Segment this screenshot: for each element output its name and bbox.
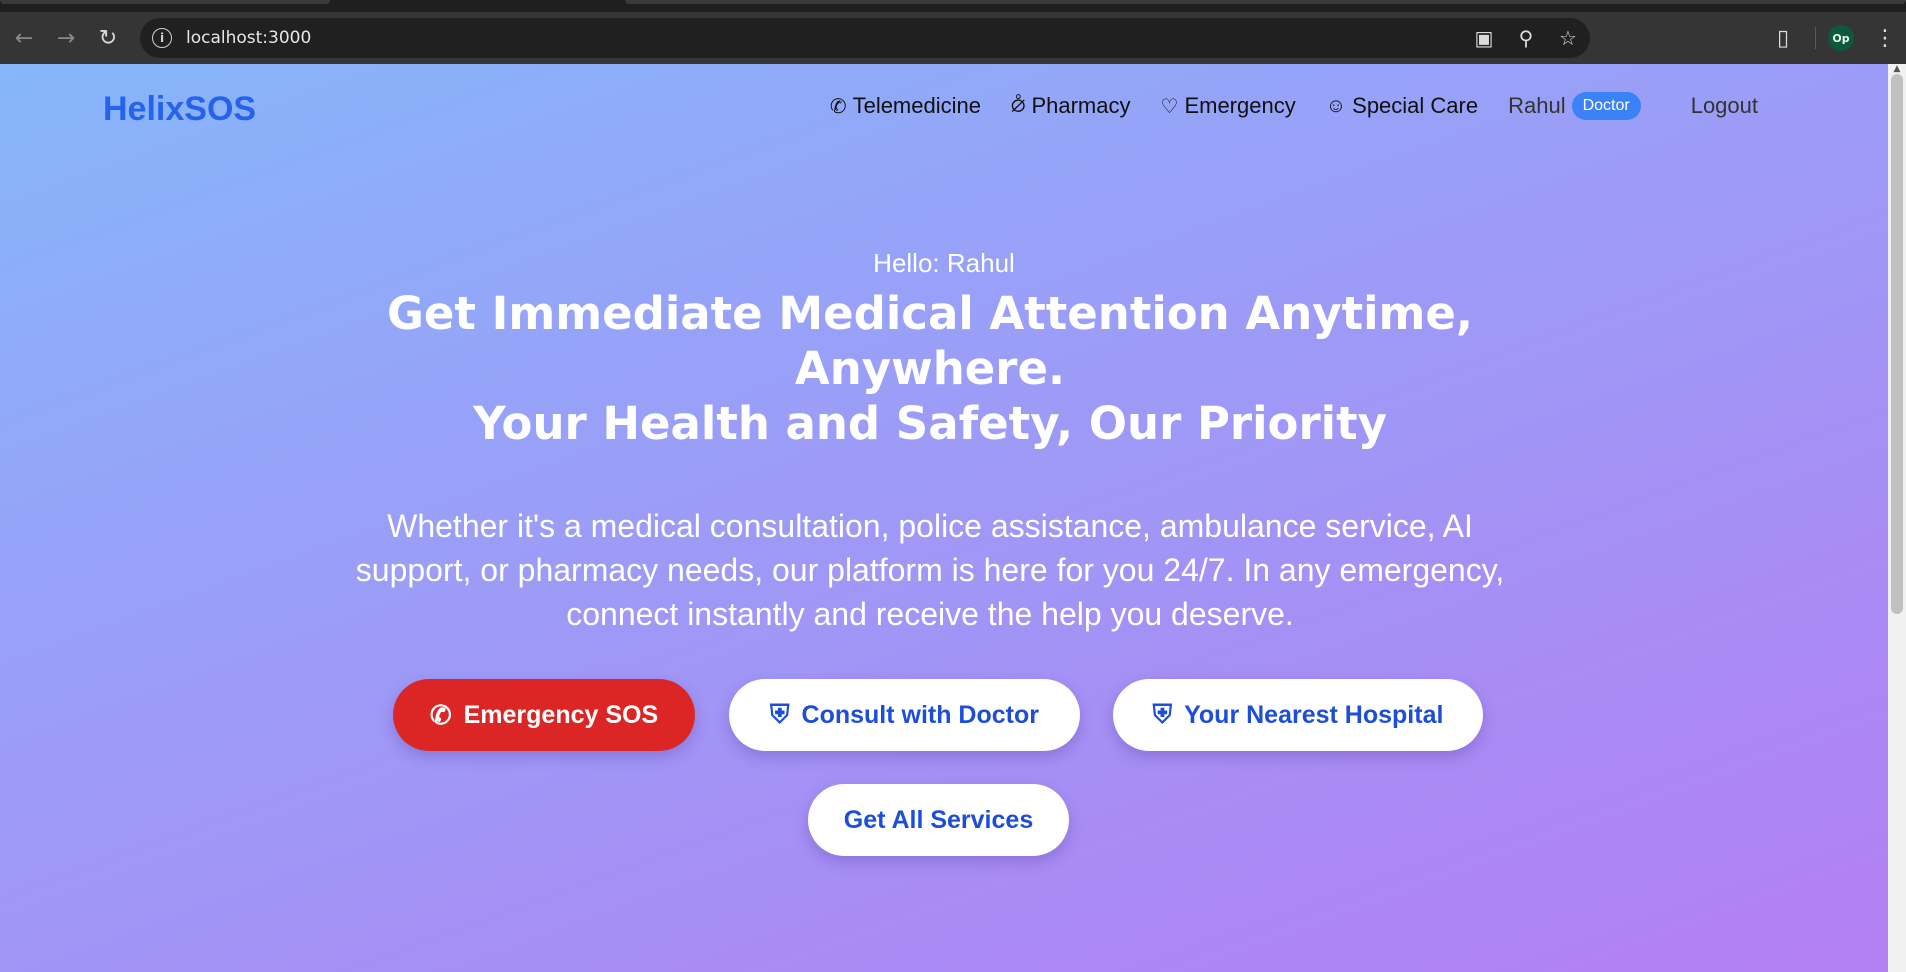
- user-info: Rahul Doctor: [1508, 92, 1641, 120]
- hospital-building-icon: ⛨: [770, 699, 790, 729]
- brand-logo[interactable]: HelixSOS: [103, 90, 256, 129]
- greeting: Hello: Rahul: [873, 248, 1015, 278]
- browser-toolbar: ← → ↻ i localhost:3000 ▣ ⚲ ☆ ▯ Op ⋮: [0, 12, 1906, 64]
- page-viewport: HelixSOS ✆ Telemedicine ⦲ Pharmacy ♡ Eme…: [0, 64, 1888, 972]
- scroll-up-icon[interactable]: ▲: [1892, 64, 1902, 74]
- profile-avatar[interactable]: Op: [1828, 25, 1854, 51]
- button-label: Get All Services: [843, 805, 1034, 834]
- button-label: Consult with Doctor: [801, 700, 1039, 729]
- nav-label: Special Care: [1352, 93, 1479, 118]
- nearest-hospital-button[interactable]: ⛨ Your Nearest Hospital: [1113, 679, 1483, 751]
- reload-icon[interactable]: ↻: [90, 20, 126, 56]
- site-info-icon[interactable]: i: [152, 28, 172, 48]
- nav-label: Emergency: [1184, 93, 1296, 118]
- hero-description: Whether it's a medical consultation, pol…: [355, 508, 1505, 632]
- phone-icon: ✆: [429, 699, 452, 730]
- phone-icon: ✆: [829, 95, 847, 118]
- role-badge: Doctor: [1571, 92, 1641, 120]
- omnibox-actions: ▣ ⚲ ☆: [1472, 18, 1580, 58]
- zoom-icon[interactable]: ⚲: [1514, 26, 1538, 50]
- consult-doctor-button[interactable]: ⛨ Consult with Doctor: [729, 679, 1080, 751]
- headline-line: Your Health and Safety, Our Priority: [473, 397, 1387, 450]
- nav-label: Pharmacy: [1031, 93, 1131, 118]
- install-app-icon[interactable]: ▣: [1472, 26, 1496, 50]
- address-bar[interactable]: i localhost:3000 ▣ ⚲ ☆: [140, 18, 1590, 58]
- nav-label: Telemedicine: [852, 93, 981, 118]
- browser-right-tools: ▯ Op ⋮: [1763, 12, 1906, 64]
- nav-pharmacy[interactable]: ⦲ Pharmacy: [1011, 93, 1131, 119]
- hero-headline: Get Immediate Medical Attention Anytime,…: [360, 286, 1500, 451]
- forward-arrow-icon[interactable]: →: [48, 20, 84, 56]
- baby-face-icon: ☺: [1325, 94, 1347, 117]
- bookmark-star-icon[interactable]: ☆: [1556, 26, 1580, 50]
- extensions-icon[interactable]: ▯: [1763, 26, 1803, 51]
- back-arrow-icon[interactable]: ←: [6, 20, 42, 56]
- logout-link[interactable]: Logout: [1691, 93, 1758, 119]
- nav-special-care[interactable]: ☺ Special Care: [1326, 93, 1478, 119]
- user-name: Rahul: [1508, 93, 1566, 118]
- tab-strip: [0, 0, 1906, 12]
- all-services-button[interactable]: Get All Services: [808, 784, 1069, 856]
- heart-icon: ♡: [1160, 95, 1179, 118]
- hospital-building-icon: ⛨: [1152, 699, 1173, 729]
- button-label: Your Nearest Hospital: [1184, 700, 1444, 729]
- toolbar-divider: [1815, 27, 1816, 49]
- tab-edge: [625, 0, 1906, 4]
- tab-edge: [0, 0, 330, 4]
- menu-dots-icon[interactable]: ⋮: [1870, 26, 1900, 51]
- url-text[interactable]: localhost:3000: [186, 28, 311, 48]
- button-label: Emergency SOS: [463, 700, 659, 729]
- headline-line: Anywhere.: [794, 342, 1066, 395]
- main-nav: ✆ Telemedicine ⦲ Pharmacy ♡ Emergency ☺ …: [830, 92, 1758, 120]
- headline-line: Get Immediate Medical Attention Anytime,: [386, 287, 1474, 340]
- nav-telemedicine[interactable]: ✆ Telemedicine: [830, 93, 981, 119]
- page-scrollbar[interactable]: ▲: [1888, 64, 1906, 972]
- pill-icon: ⦲: [1010, 94, 1026, 117]
- nav-emergency[interactable]: ♡ Emergency: [1161, 93, 1296, 119]
- emergency-sos-button[interactable]: ✆ Emergency SOS: [393, 679, 695, 751]
- scrollbar-thumb[interactable]: [1891, 74, 1903, 614]
